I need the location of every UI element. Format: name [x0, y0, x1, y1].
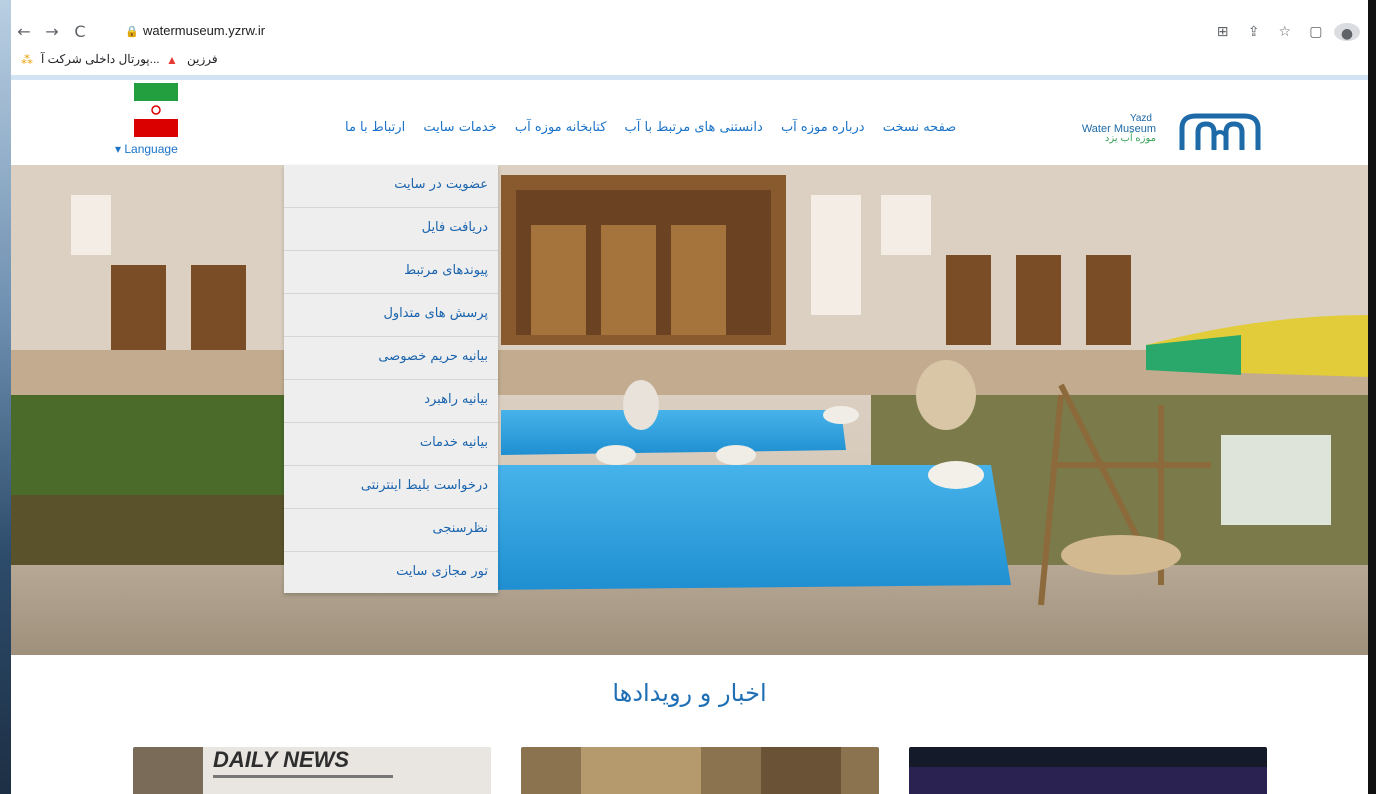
language-dropdown[interactable]: ▾ Language [115, 142, 178, 156]
address-bar[interactable]: 🔒 watermuseum.yzrw.ir [121, 20, 1251, 44]
back-icon[interactable]: ← [13, 21, 35, 43]
hero-image [11, 165, 1368, 655]
bookmark-farzin[interactable]: فرزین [187, 52, 218, 66]
menu-item-related-links[interactable]: پیوندهای مرتبط [284, 251, 498, 294]
profile-icon[interactable]: ● [1334, 21, 1360, 43]
menu-item-privacy[interactable]: بیانیه حریم خصوصی [284, 337, 498, 380]
desktop-background-right [1368, 0, 1376, 794]
water-museum-logo-icon [1179, 113, 1261, 150]
bookmark-star-icon[interactable]: ☆ [1272, 21, 1298, 43]
browser-toolbar: ← → C 🔒 watermuseum.yzrw.ir ⊞ ⇪ ☆ ▢ ● [11, 17, 1368, 47]
bookmarks-bar: ⁂ پورتال داخلی شرکت آ... ▲ فرزین [11, 47, 1368, 73]
share-icon[interactable]: ⇪ [1241, 21, 1267, 43]
site-services-dropdown: عضویت در سایت دریافت فایل پیوندهای مرتبط… [284, 165, 498, 593]
side-panel-icon[interactable]: ▢ [1303, 21, 1329, 43]
logo-text: Yazd Water Museum موزه آب یزد [1081, 113, 1156, 144]
nav-contact[interactable]: ارتباط با ما [345, 120, 405, 135]
menu-item-survey[interactable]: نظرسنجی [284, 509, 498, 552]
nav-home[interactable]: صفحه نسخت [883, 120, 956, 135]
news-heading: اخبار و رویدادها [612, 679, 767, 707]
news-section: اخبار و رویدادها DAILY NEWS [11, 655, 1368, 794]
menu-item-file-download[interactable]: دریافت فایل [284, 208, 498, 251]
iran-flag-icon[interactable] [134, 83, 178, 137]
translate-icon[interactable]: ⊞ [1210, 21, 1236, 43]
main-nav: صفحه نسخت درباره موزه آب دانستنی های مرت… [331, 120, 956, 140]
news-card-image-text: DAILY NEWS [213, 747, 350, 772]
news-card-2[interactable] [521, 747, 879, 794]
nav-library[interactable]: کتابخانه موزه آب [515, 120, 607, 135]
url-text: watermuseum.yzrw.ir [143, 23, 266, 38]
news-card-3[interactable] [909, 747, 1267, 794]
apps-grid-icon[interactable]: ⁂ [21, 53, 33, 67]
menu-item-strategy[interactable]: بیانیه راهبرد [284, 380, 498, 423]
menu-item-online-ticket[interactable]: درخواست بلیط اینترنتی [284, 466, 498, 509]
menu-item-membership[interactable]: عضویت در سایت [284, 165, 498, 208]
menu-item-faq[interactable]: پرسش های متداول [284, 294, 498, 337]
chevron-up-icon: ▲ [166, 53, 178, 67]
bookmark-portal[interactable]: پورتال داخلی شرکت آ... [41, 52, 160, 66]
nav-site-services[interactable]: خدمات سایت [423, 120, 496, 135]
news-card-1[interactable]: DAILY NEWS [133, 747, 491, 794]
reload-icon[interactable]: C [69, 21, 91, 43]
nav-about[interactable]: درباره موزه آب [781, 120, 865, 135]
lock-icon: 🔒 [125, 25, 139, 38]
menu-item-services-statement[interactable]: بیانیه خدمات [284, 423, 498, 466]
toolbar-icons: ⊞ ⇪ ☆ ▢ ● [1210, 21, 1360, 43]
site-logo[interactable]: Yazd Water Museum موزه آب یزد [1044, 110, 1264, 156]
browser-window: ← → C 🔒 watermuseum.yzrw.ir ⊞ ⇪ ☆ ▢ ● ⁂ … [0, 0, 1376, 794]
nav-water-facts[interactable]: دانستنی های مرتبط با آب [625, 120, 763, 135]
forward-icon[interactable]: → [41, 21, 63, 43]
desktop-background [0, 0, 11, 794]
menu-item-virtual-tour[interactable]: تور مجازی سایت [284, 552, 498, 594]
site-header: ▾ Language صفحه نسخت درباره موزه آب دانس… [11, 80, 1368, 165]
